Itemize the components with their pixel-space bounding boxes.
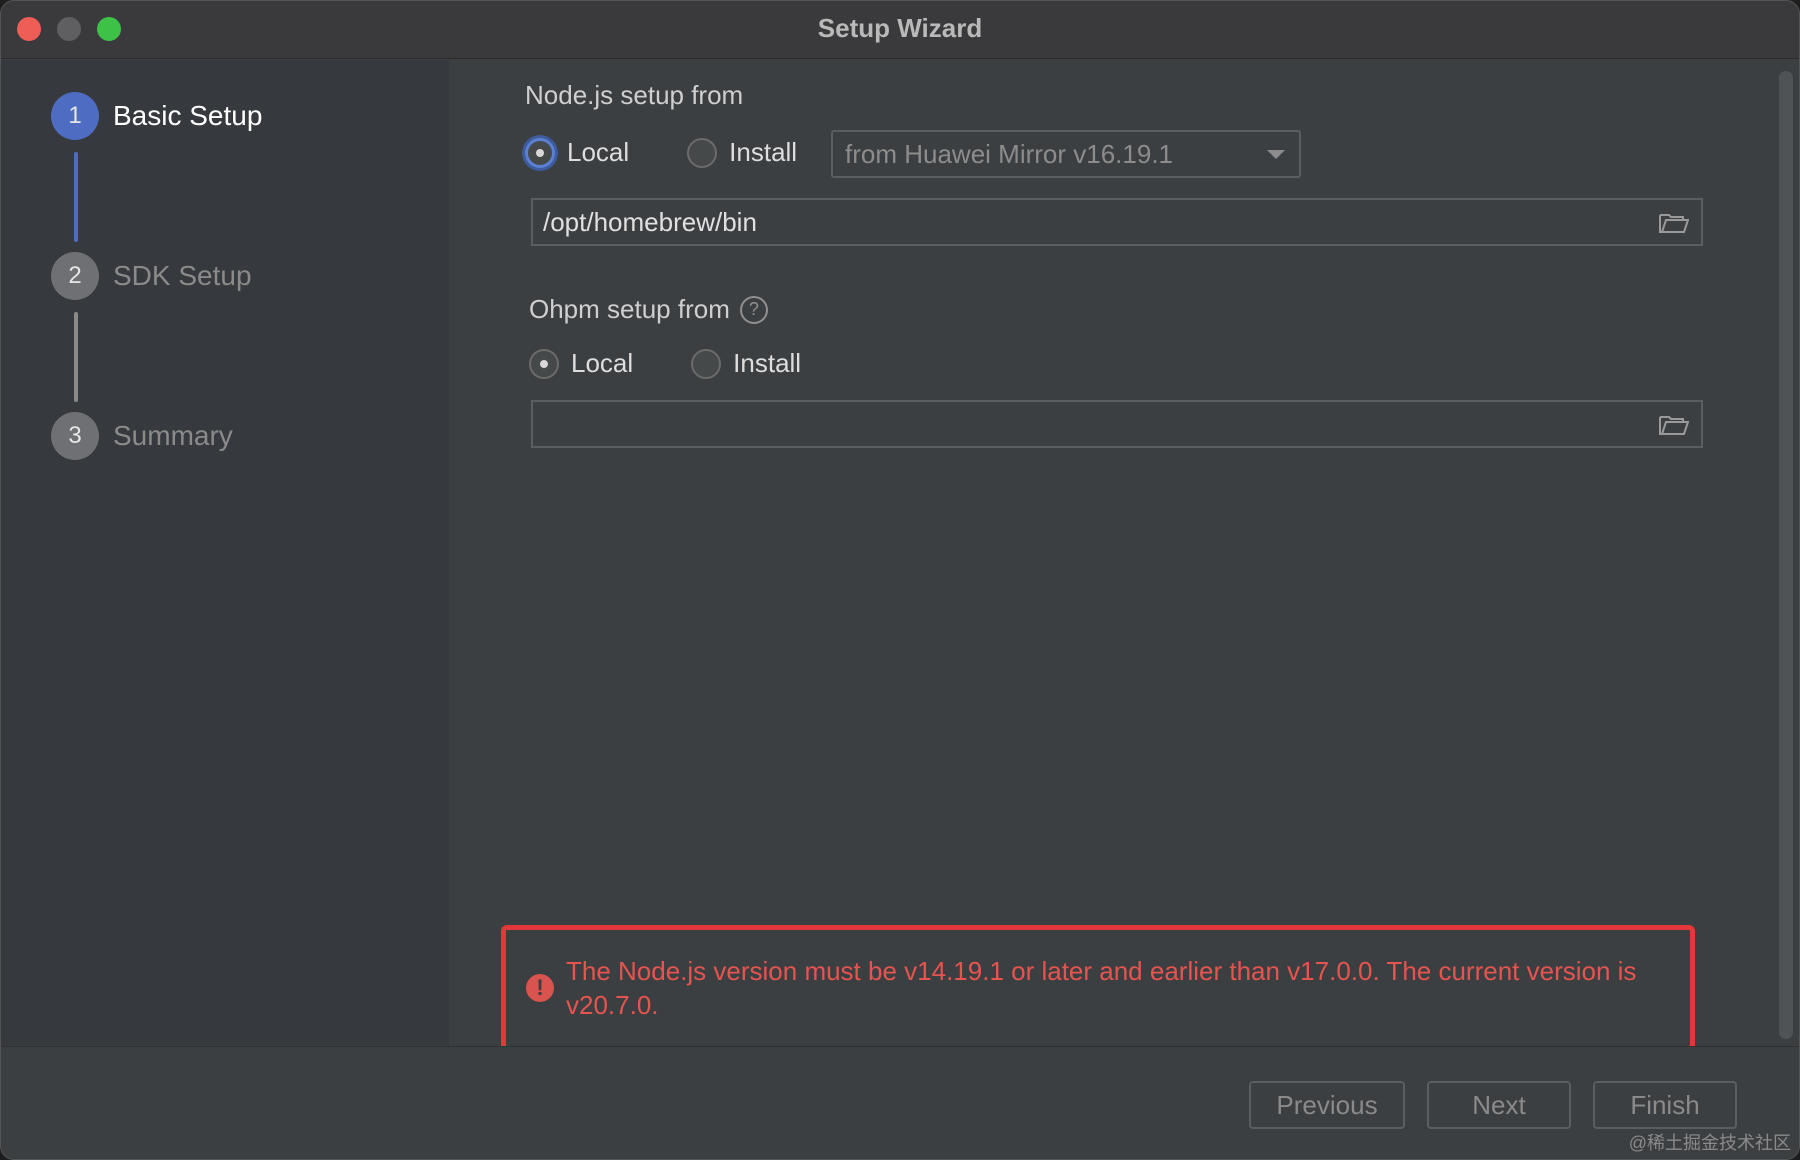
radio-indicator: [525, 137, 555, 168]
folder-open-icon[interactable]: [1659, 212, 1689, 234]
ohpm-section-title-text: Ohpm setup from: [529, 294, 730, 324]
step-label: Basic Setup: [113, 100, 263, 131]
content-panel: Node.js setup from Local Install from Hu…: [449, 60, 1779, 1046]
step-label: Summary: [113, 420, 233, 451]
radio-label: Local: [571, 348, 634, 378]
nodejs-section-title: Node.js setup from: [525, 80, 744, 110]
step-sdk-setup[interactable]: 2 SDK Setup: [51, 252, 252, 300]
error-icon: !: [526, 974, 554, 1002]
nodejs-mirror-dropdown[interactable]: from Huawei Mirror v16.19.1: [831, 130, 1301, 178]
error-message-box: ! The Node.js version must be v14.19.1 o…: [501, 925, 1695, 1051]
step-number: 2: [51, 252, 99, 300]
ohpm-section-title: Ohpm setup from ?: [529, 294, 768, 325]
step-summary[interactable]: 3 Summary: [51, 412, 233, 460]
nodejs-install-radio[interactable]: Install: [687, 137, 797, 168]
previous-button[interactable]: Previous: [1249, 1081, 1405, 1129]
step-basic-setup[interactable]: 1 Basic Setup: [51, 92, 262, 140]
content-scrollbar[interactable]: [1779, 71, 1793, 1039]
ohpm-source-radio-group: Local Install: [529, 348, 859, 379]
radio-label: Local: [567, 137, 630, 167]
ohpm-local-radio[interactable]: Local: [529, 348, 633, 379]
window-title: Setup Wizard: [817, 13, 983, 43]
dropdown-value: from Huawei Mirror v16.19.1: [845, 138, 1173, 169]
error-message: The Node.js version must be v14.19.1 or …: [566, 956, 1637, 1020]
chevron-down-icon: [1267, 150, 1285, 159]
radio-indicator: [691, 348, 722, 379]
steps-sidebar: 1 Basic Setup 2 SDK Setup 3 Summary: [1, 60, 449, 1046]
title-bar: Setup Wizard: [1, 1, 1799, 59]
ohpm-path-input[interactable]: [531, 400, 1703, 448]
radio-indicator: [529, 348, 559, 379]
nodejs-local-radio[interactable]: Local: [525, 137, 629, 168]
finish-button[interactable]: Finish: [1593, 1081, 1737, 1129]
watermark-text: @稀土掘金技术社区: [1628, 1133, 1791, 1153]
radio-label: Install: [733, 348, 802, 378]
nodejs-path-value: /opt/homebrew/bin: [543, 206, 757, 237]
wizard-footer: Previous Next Finish @稀土掘金技术社区: [1, 1046, 1799, 1159]
step-connector: [74, 152, 78, 242]
radio-indicator: [687, 137, 718, 168]
step-label: SDK Setup: [113, 260, 252, 291]
help-icon[interactable]: ?: [739, 295, 768, 324]
ohpm-install-radio[interactable]: Install: [691, 348, 801, 379]
setup-wizard-window: Setup Wizard 1 Basic Setup 2 SDK Setup 3…: [0, 0, 1800, 1160]
radio-label: Install: [729, 137, 798, 167]
nodejs-path-input[interactable]: /opt/homebrew/bin: [531, 198, 1703, 246]
step-connector: [74, 312, 78, 402]
step-number: 1: [51, 92, 99, 140]
folder-open-icon[interactable]: [1659, 414, 1689, 436]
step-number: 3: [51, 412, 99, 460]
nodejs-source-radio-group: Local Install: [525, 137, 855, 168]
next-button[interactable]: Next: [1427, 1081, 1571, 1129]
